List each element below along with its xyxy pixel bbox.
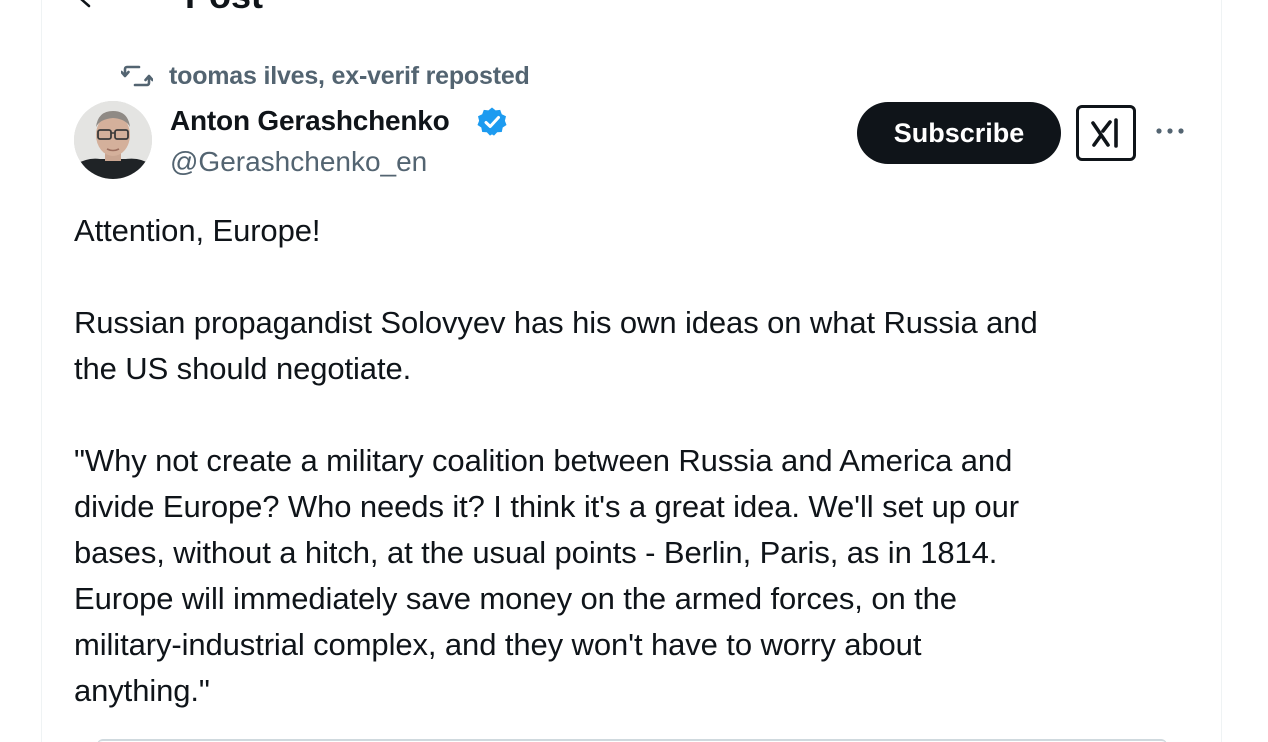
avatar[interactable] xyxy=(74,101,152,179)
subscribe-button[interactable]: Subscribe xyxy=(857,102,1061,164)
repost-icon xyxy=(121,65,153,87)
author-handle[interactable]: @Gerashchenko_en xyxy=(170,145,427,179)
author-name[interactable]: Anton Gerashchenko xyxy=(170,104,450,138)
grok-button[interactable] xyxy=(1076,105,1136,161)
repost-text[interactable]: toomas ilves, ex-verif reposted xyxy=(169,62,530,91)
grok-icon xyxy=(1091,118,1118,148)
tweet-paragraph: Attention, Europe! xyxy=(74,213,321,248)
avatar-image xyxy=(74,101,152,179)
tweet-paragraph: Russian propagandist Solovyev has his ow… xyxy=(74,305,1038,386)
page-title: Post xyxy=(185,0,263,14)
more-options-button[interactable] xyxy=(1152,117,1188,145)
tweet-paragraph: "Why not create a military coalition bet… xyxy=(74,443,1019,708)
more-icon xyxy=(1156,128,1184,134)
tweet-text: Attention, Europe! Russian propagandist … xyxy=(74,208,1174,714)
back-arrow-icon[interactable] xyxy=(75,0,97,10)
verified-badge-icon xyxy=(477,107,507,136)
repost-indicator[interactable]: toomas ilves, ex-verif reposted xyxy=(121,62,530,90)
